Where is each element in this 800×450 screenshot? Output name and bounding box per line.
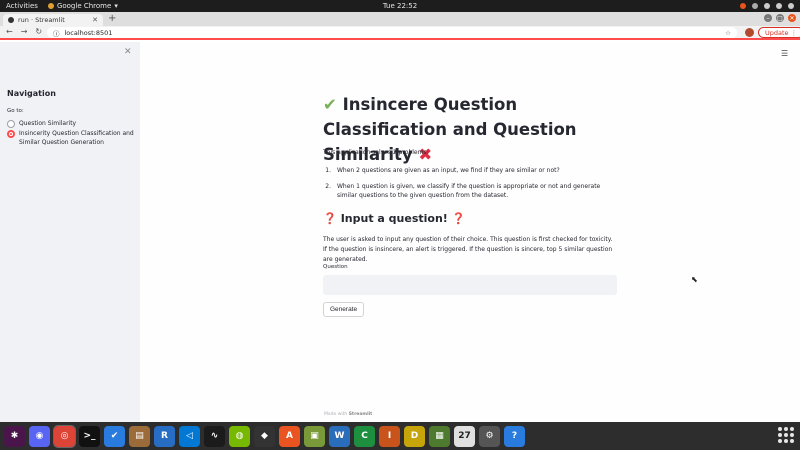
list-item: 2. When 1 question is given, we classify…: [323, 182, 618, 201]
vscode-icon[interactable]: ◁: [179, 425, 200, 447]
software-center-icon[interactable]: A: [279, 425, 300, 447]
info-icon[interactable]: ⓘ: [53, 28, 60, 38]
sidebar-title: Navigation: [7, 89, 56, 98]
slack-icon[interactable]: ✱: [4, 425, 25, 447]
nav-option-insincerity-classification[interactable]: Insincerity Question Classification and …: [7, 130, 135, 147]
window-controls: – □ ✕: [764, 14, 796, 22]
update-button[interactable]: Update ⋮: [758, 27, 800, 38]
calc-icon[interactable]: C: [354, 425, 375, 447]
list-number: 2.: [325, 182, 331, 190]
r-icon[interactable]: R: [154, 425, 175, 447]
files-icon[interactable]: ▤: [129, 425, 150, 447]
problems-list: 1. When 2 questions are given as an inpu…: [323, 166, 618, 207]
streamlit-favicon-icon: [8, 17, 14, 23]
list-item: 1. When 2 questions are given as an inpu…: [323, 166, 618, 176]
mouse-cursor-icon: ⬉: [691, 275, 698, 284]
sidebar-close-icon[interactable]: ✕: [124, 47, 132, 57]
maximize-icon[interactable]: □: [776, 14, 784, 22]
reload-icon[interactable]: ↻: [35, 27, 42, 36]
address-bar: ← → ↻ ⓘ localhost:8501 ☆ Update ⋮: [0, 26, 800, 40]
profile-avatar[interactable]: [745, 28, 754, 37]
url-field[interactable]: ⓘ localhost:8501 ☆: [47, 27, 737, 38]
minimize-icon[interactable]: –: [764, 14, 772, 22]
os-topbar: Activities Google Chrome ▾ Tue 22:52: [0, 0, 800, 12]
new-tab-icon[interactable]: +: [108, 13, 116, 24]
discord-icon[interactable]: ◉: [29, 425, 50, 447]
footer-prefix: Made with: [324, 412, 348, 417]
radio-unselected-icon[interactable]: [7, 120, 15, 128]
nvidia-icon[interactable]: ◍: [229, 425, 250, 447]
nav-option-label: Question Similarity: [19, 120, 77, 127]
draw-icon[interactable]: D: [404, 425, 425, 447]
tasks-icon[interactable]: ✔: [104, 425, 125, 447]
chrome-icon[interactable]: ◎: [53, 424, 76, 448]
section-heading-text: Input a question!: [340, 212, 448, 225]
app-menu[interactable]: Google Chrome ▾: [47, 2, 118, 10]
clock[interactable]: Tue 22:52: [383, 2, 417, 10]
footer: Made with Streamlit: [324, 412, 372, 417]
taskbar: ✱ ◉ ◎ >_ ✔ ▤ R ◁ ∿ ◍ ◆ A ▣ W C I D ▦ 27 ⚙?: [0, 422, 800, 450]
browser-tab[interactable]: run · Streamlit ✕: [3, 14, 103, 26]
question-mark-icon: ❓: [323, 212, 337, 225]
flame-icon[interactable]: [740, 3, 746, 9]
goto-label: Go to:: [7, 108, 24, 114]
url-text: localhost:8501: [64, 28, 113, 37]
streamlit-page: ✕ Navigation Go to: Question Similarity …: [0, 42, 800, 422]
calculator-icon[interactable]: ▦: [429, 425, 450, 447]
activities-button[interactable]: Activities: [6, 2, 38, 10]
writer-icon[interactable]: W: [329, 425, 350, 447]
description-text: The user is asked to input any question …: [323, 236, 613, 263]
tab-close-icon[interactable]: ✕: [92, 16, 98, 24]
impress-icon[interactable]: I: [379, 425, 400, 447]
accessibility-icon[interactable]: [752, 3, 758, 9]
app-grid-icon[interactable]: [778, 427, 794, 443]
list-text: When 2 questions are given as an input, …: [337, 167, 560, 174]
caret-down-icon: ▾: [114, 2, 118, 10]
help-icon[interactable]: ?: [504, 425, 525, 447]
inkscape-icon[interactable]: ◆: [254, 425, 275, 447]
nav-option-label: Insincerity Question Classification and …: [19, 130, 134, 146]
question-mark-icon: ❓: [451, 212, 466, 225]
system-tray[interactable]: [740, 3, 794, 9]
list-number: 1.: [325, 167, 331, 174]
close-window-icon[interactable]: ✕: [788, 14, 796, 22]
tab-strip: run · Streamlit ✕ + – □ ✕: [0, 12, 800, 26]
settings-icon[interactable]: ⚙: [479, 425, 500, 447]
volume-icon[interactable]: [776, 3, 782, 9]
intro-text: This application solves 2 problems:: [323, 149, 429, 156]
calendar-icon[interactable]: 27: [454, 425, 475, 447]
bookmark-star-icon[interactable]: ☆: [725, 29, 731, 37]
chrome-small-icon: [47, 3, 54, 9]
power-icon[interactable]: [788, 3, 794, 9]
question-label: Question: [323, 264, 348, 270]
update-label: Update: [765, 28, 789, 37]
app-menu-label: Google Chrome: [56, 2, 112, 10]
forward-icon[interactable]: →: [21, 27, 28, 36]
list-text: When 1 question is given, we classify if…: [337, 182, 601, 200]
generate-button[interactable]: Generate: [323, 302, 365, 317]
radio-selected-icon[interactable]: [7, 130, 15, 138]
question-input[interactable]: [323, 275, 617, 295]
tab-title: run · Streamlit: [18, 16, 65, 24]
check-mark-icon: ✔: [323, 95, 337, 114]
network-icon[interactable]: [764, 3, 770, 9]
image-viewer-icon[interactable]: ▣: [304, 425, 325, 447]
terminal-icon[interactable]: >_: [79, 425, 100, 447]
nav-option-question-similarity[interactable]: Question Similarity: [7, 120, 76, 129]
hamburger-menu-icon[interactable]: ☰: [781, 49, 788, 58]
system-monitor-icon[interactable]: ∿: [204, 425, 225, 447]
footer-brand-link[interactable]: Streamlit: [349, 412, 373, 417]
section-heading: ❓ Input a question! ❓: [323, 212, 466, 225]
back-icon[interactable]: ←: [6, 27, 13, 36]
sidebar: ✕ Navigation Go to: Question Similarity …: [0, 42, 140, 422]
